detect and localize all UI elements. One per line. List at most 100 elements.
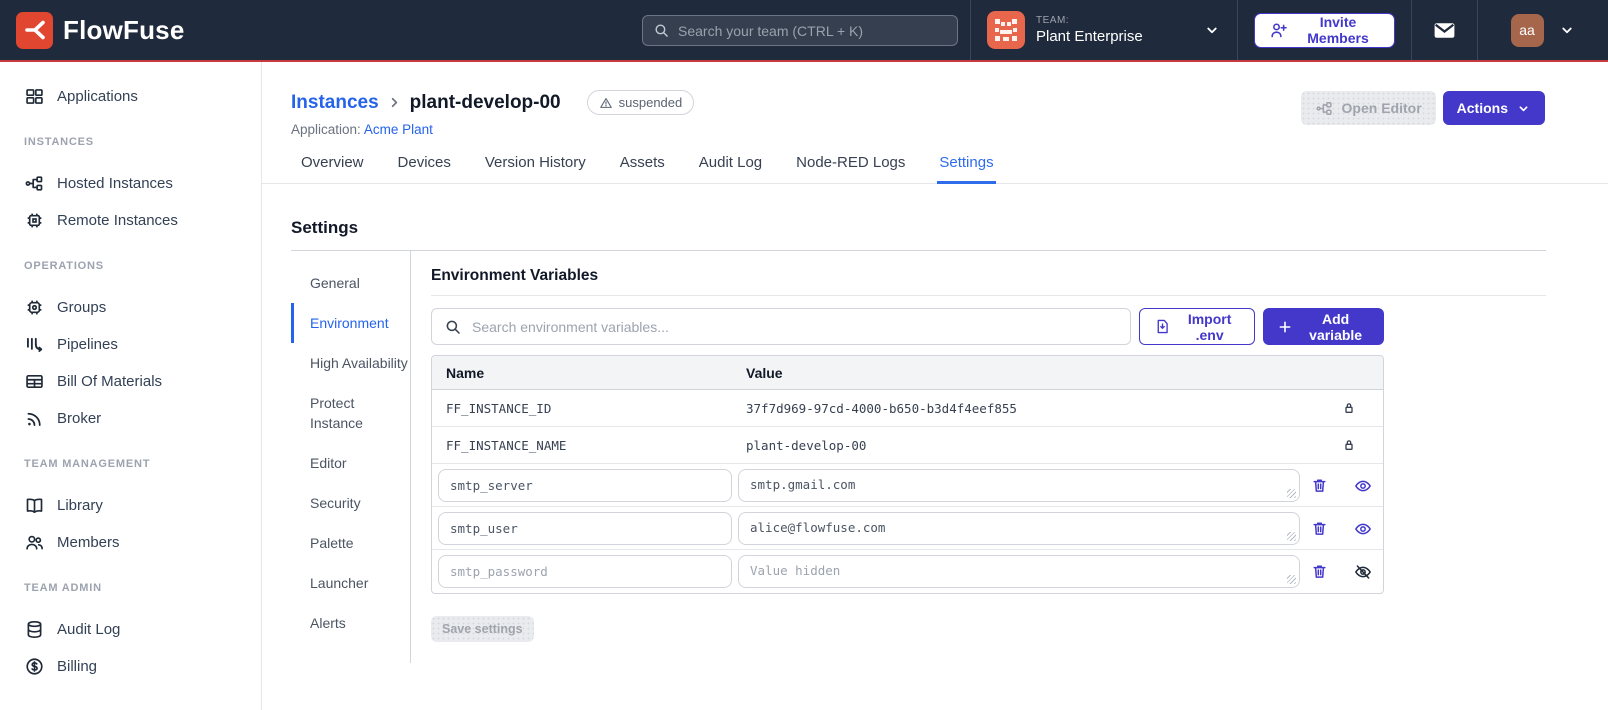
user-initials: aa: [1519, 22, 1535, 38]
sidebar-item-remote-instances[interactable]: Remote Instances: [0, 202, 261, 239]
audit-log-icon: [24, 619, 45, 640]
environment-title: Environment Variables: [431, 267, 599, 284]
team-label: TEAM:: [1036, 15, 1070, 26]
sidebar-section-instances: INSTANCES: [24, 136, 94, 148]
env-var-name-input[interactable]: [438, 469, 732, 502]
sidebar-item-audit-log[interactable]: Audit Log: [0, 611, 261, 648]
actions-label: Actions: [1456, 100, 1508, 116]
tab-devices[interactable]: Devices: [396, 154, 453, 183]
env-var-name: FF_INSTANCE_NAME: [446, 437, 567, 453]
sidebar-item-bill-of-materials[interactable]: Bill Of Materials: [0, 363, 261, 400]
sidebar: Applications INSTANCES Hosted Instances …: [0, 62, 262, 710]
chevron-down-icon: [1203, 21, 1221, 39]
add-variable-button[interactable]: Add variable: [1263, 308, 1384, 345]
show-value-eye-icon[interactable]: [1354, 477, 1372, 495]
actions-button[interactable]: Actions: [1442, 91, 1545, 125]
search-icon: [653, 22, 670, 39]
hosted-instances-icon: [24, 173, 45, 194]
sidebar-item-broker[interactable]: Broker: [0, 400, 261, 437]
show-value-eye-icon[interactable]: [1354, 520, 1372, 538]
bill-of-materials-icon: [24, 371, 45, 392]
env-search[interactable]: [431, 308, 1131, 345]
open-editor-label: Open Editor: [1341, 100, 1422, 116]
settings-nav-security[interactable]: Security: [291, 483, 410, 523]
save-settings-button[interactable]: Save settings: [431, 616, 534, 642]
env-var-value: plant-develop-00: [746, 437, 867, 453]
sidebar-item-pipelines[interactable]: Pipelines: [0, 326, 261, 363]
top-navbar: FlowFuse TEAM: Plant Enterpri: [0, 0, 1608, 62]
column-header-name: Name: [446, 364, 485, 381]
brand[interactable]: FlowFuse: [0, 11, 300, 49]
tab-node-red-logs[interactable]: Node-RED Logs: [794, 154, 907, 183]
column-header-value: Value: [746, 364, 783, 381]
sidebar-item-hosted-instances[interactable]: Hosted Instances: [0, 165, 261, 202]
settings-nav-alerts[interactable]: Alerts: [291, 603, 410, 643]
tab-assets[interactable]: Assets: [618, 154, 667, 183]
breadcrumb-instances-link[interactable]: Instances: [291, 92, 379, 114]
search-icon: [444, 318, 462, 336]
sidebar-item-label: Billing: [57, 658, 98, 675]
sidebar-item-library[interactable]: Library: [0, 487, 261, 524]
import-env-button[interactable]: Import .env: [1139, 308, 1256, 345]
env-var-value-input[interactable]: [738, 555, 1300, 588]
sidebar-item-members[interactable]: Members: [0, 524, 261, 561]
invite-members-label: Invite Members: [1307, 14, 1369, 46]
env-var-value-input[interactable]: alice@flowfuse.com: [738, 512, 1300, 545]
applications-icon: [24, 86, 45, 107]
env-var-name-input[interactable]: [438, 512, 732, 545]
table-row: FF_INSTANCE_NAME plant-develop-00: [432, 427, 1383, 464]
mail-icon: [1432, 18, 1457, 43]
sidebar-item-label: Pipelines: [57, 336, 118, 353]
tab-audit-log[interactable]: Audit Log: [697, 154, 764, 183]
warning-icon: [599, 96, 613, 110]
members-icon: [24, 532, 45, 553]
settings-nav-palette[interactable]: Palette: [291, 523, 410, 563]
team-search[interactable]: [642, 15, 958, 46]
search-input[interactable]: [678, 22, 947, 39]
page-header: Instances plant-develop-00 suspended App…: [262, 62, 1608, 137]
sidebar-item-label: Broker: [57, 410, 102, 427]
sidebar-item-label: Bill Of Materials: [57, 373, 163, 390]
billing-icon: [24, 656, 45, 677]
settings-nav-protect-instance[interactable]: Protect Instance: [291, 383, 410, 443]
hide-value-eye-off-icon[interactable]: [1354, 563, 1372, 581]
resize-handle-icon[interactable]: [1287, 575, 1296, 584]
status-badge: suspended: [586, 90, 695, 115]
brand-name: FlowFuse: [63, 14, 185, 45]
env-search-input[interactable]: [472, 318, 1118, 335]
library-icon: [24, 495, 45, 516]
delete-variable-button[interactable]: [1311, 520, 1328, 537]
person-plus-icon: [1269, 21, 1288, 40]
env-var-name: FF_INSTANCE_ID: [446, 400, 552, 416]
sidebar-section-team-management: TEAM MANAGEMENT: [24, 458, 151, 470]
tab-overview[interactable]: Overview: [299, 154, 366, 183]
settings-nav-launcher[interactable]: Launcher: [291, 563, 410, 603]
application-label: Application:: [291, 122, 361, 137]
delete-variable-button[interactable]: [1311, 563, 1328, 580]
tab-settings[interactable]: Settings: [937, 154, 996, 184]
import-document-icon: [1154, 318, 1171, 335]
open-editor-button[interactable]: Open Editor: [1300, 91, 1436, 125]
chevron-down-icon: [1516, 101, 1531, 116]
delete-variable-button[interactable]: [1311, 477, 1328, 494]
application-link[interactable]: Acme Plant: [364, 122, 433, 137]
resize-handle-icon[interactable]: [1287, 532, 1296, 541]
sidebar-item-billing[interactable]: Billing: [0, 648, 261, 685]
team-switcher[interactable]: TEAM: Plant Enterprise: [970, 0, 1237, 60]
env-var-value-input[interactable]: smtp.gmail.com: [738, 469, 1300, 502]
env-var-name-input[interactable]: [438, 555, 732, 588]
settings-nav-general[interactable]: General: [291, 263, 410, 303]
user-menu[interactable]: aa: [1477, 0, 1608, 60]
env-var-value: 37f7d969-97cd-4000-b650-b3d4f4eef855: [746, 400, 1017, 416]
notifications-button[interactable]: [1411, 0, 1477, 60]
settings-nav-environment[interactable]: Environment: [291, 303, 410, 343]
tab-version-history[interactable]: Version History: [483, 154, 588, 183]
sidebar-item-groups[interactable]: Groups: [0, 289, 261, 326]
resize-handle-icon[interactable]: [1287, 489, 1296, 498]
team-avatar: [987, 11, 1025, 49]
sidebar-item-applications[interactable]: Applications: [0, 78, 261, 115]
settings-nav-editor[interactable]: Editor: [291, 443, 410, 483]
invite-members-button[interactable]: Invite Members: [1254, 12, 1395, 48]
sidebar-section-team-admin: TEAM ADMIN: [24, 582, 102, 594]
settings-nav-high-availability[interactable]: High Availability: [291, 343, 410, 383]
